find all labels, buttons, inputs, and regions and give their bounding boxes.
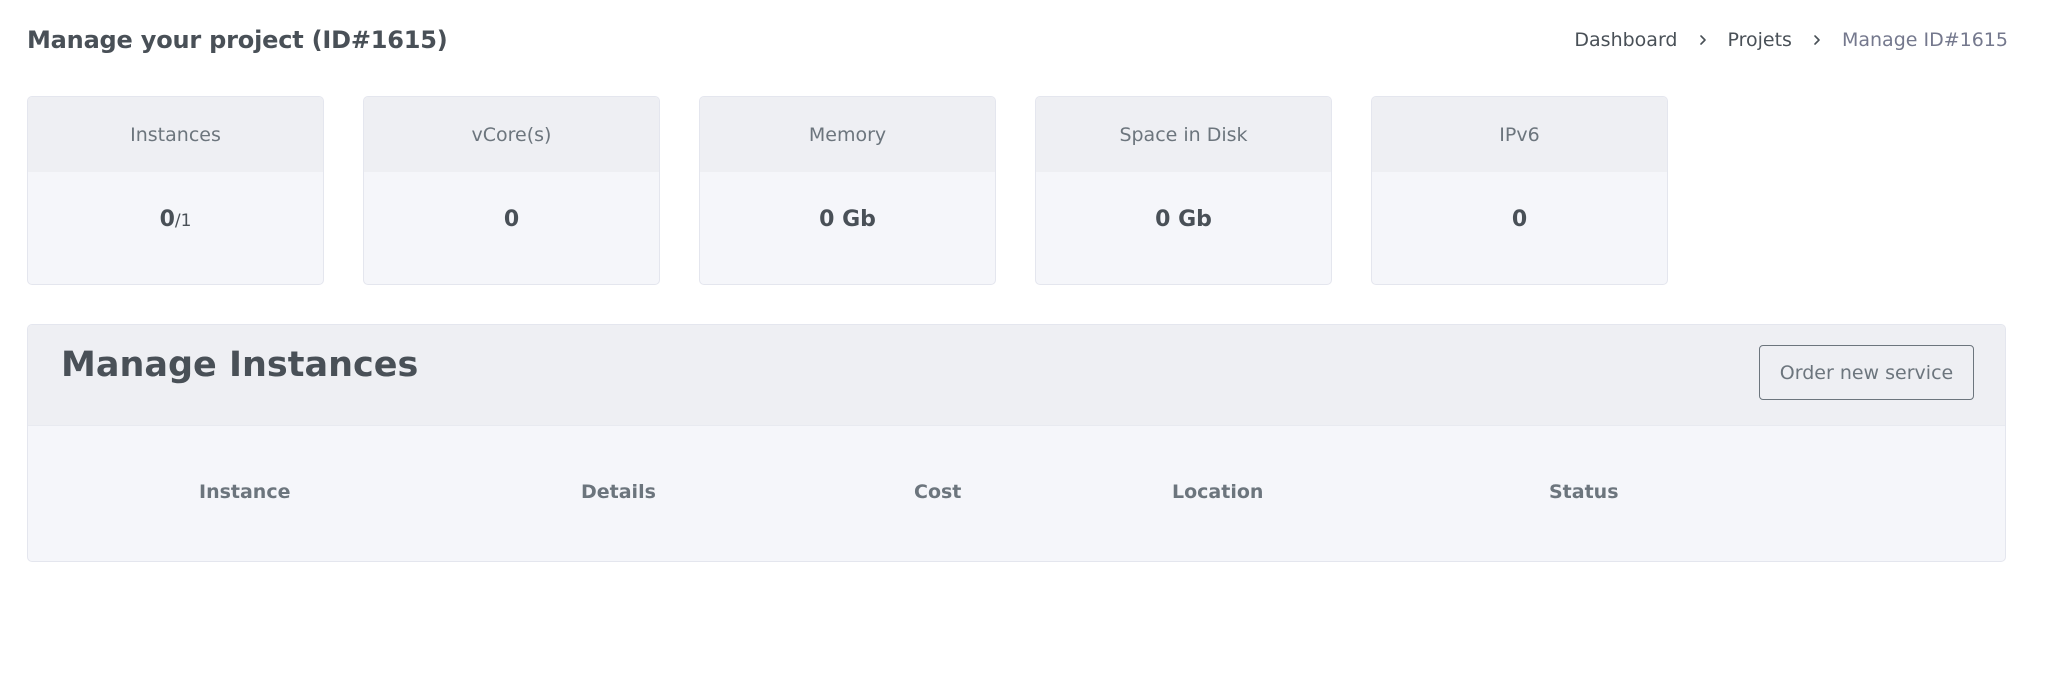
breadcrumb-dashboard[interactable]: Dashboard — [1574, 29, 1677, 51]
stat-label: Memory — [700, 97, 995, 172]
stat-label: Space in Disk — [1036, 97, 1331, 172]
breadcrumb-projets[interactable]: Projets — [1728, 29, 1792, 51]
page-header: Manage your project (ID#1615) Dashboard … — [27, 20, 2008, 60]
breadcrumb-current: Manage ID#1615 — [1841, 29, 2008, 51]
stat-card-memory: Memory 0 Gb — [699, 96, 996, 285]
stat-value: 0 Gb — [1155, 206, 1212, 232]
manage-instances-card: Manage Instances Order new service Insta… — [27, 324, 2006, 562]
stat-value: 0/1 — [28, 172, 323, 266]
column-header-details[interactable]: Details — [581, 481, 656, 503]
column-header-status[interactable]: Status — [1549, 481, 1619, 503]
column-header-instance[interactable]: Instance — [199, 481, 290, 503]
column-header-location[interactable]: Location — [1172, 481, 1263, 503]
stat-card-disk: Space in Disk 0 Gb — [1035, 96, 1332, 285]
breadcrumb: Dashboard Projets Manage ID#1615 — [1574, 29, 2008, 51]
stat-value-limit: /1 — [174, 211, 192, 231]
stat-value: 0 Gb — [819, 206, 876, 232]
stat-card-instances: Instances 0/1 — [27, 96, 324, 285]
order-new-service-button[interactable]: Order new service — [1759, 345, 1974, 400]
stat-card-ipv6: IPv6 0 — [1371, 96, 1668, 285]
chevron-right-icon — [1696, 33, 1710, 47]
column-header-cost[interactable]: Cost — [914, 481, 961, 503]
stat-card-vcores: vCore(s) 0 — [363, 96, 660, 285]
stat-value: 0 — [503, 206, 520, 232]
table-header-row: Instance Details Cost Location Status — [28, 426, 2005, 561]
chevron-right-icon — [1810, 33, 1824, 47]
stats-row: Instances 0/1 vCore(s) 0 Memory 0 Gb Spa… — [27, 96, 1668, 285]
stat-label: IPv6 — [1372, 97, 1667, 172]
stat-value-number: 0 — [159, 206, 175, 232]
page-title: Manage your project (ID#1615) — [27, 26, 448, 54]
stat-label: Instances — [28, 97, 323, 172]
stat-value: 0 — [1511, 206, 1528, 232]
stat-label: vCore(s) — [364, 97, 659, 172]
section-title: Manage Instances — [61, 345, 419, 385]
card-header: Manage Instances Order new service — [28, 325, 2005, 426]
